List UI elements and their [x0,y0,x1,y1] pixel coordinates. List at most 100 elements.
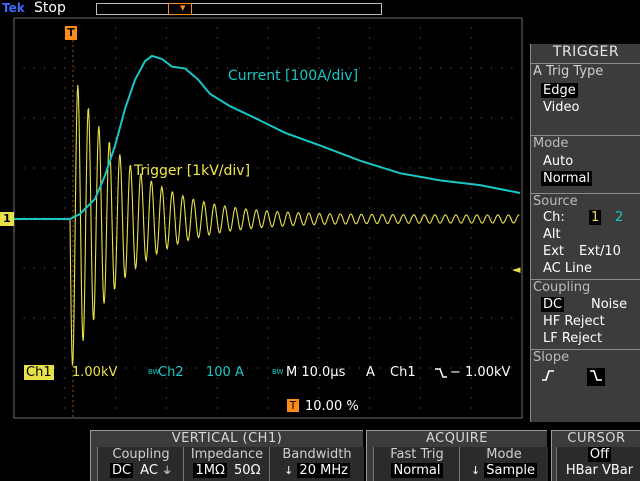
acquire-panel: ACQUIRE Fast Trig Normal Mode ↓ Sample [366,430,548,481]
source-ch2[interactable]: 2 [615,210,623,225]
trigger-position-icon[interactable]: T [65,26,77,40]
graticule-dot [409,267,411,269]
graticule-dot [216,47,218,49]
source-ac-line[interactable]: AC Line [543,261,592,276]
graticule-dot [369,97,371,99]
graticule-dot [480,267,482,269]
graticule-dot [348,267,350,269]
graticule-dot [216,197,218,199]
graticule-dot [115,417,117,419]
graticule-dot [369,177,371,179]
graticule-dot [358,117,360,119]
graticule-dot [64,237,66,239]
graticule-dot [369,297,371,299]
graticule-dot [165,417,167,419]
graticule-dot [165,357,167,359]
coupling-section[interactable]: Coupling DC Noise HF Reject LF Reject [531,279,640,350]
impedance-button[interactable]: Impedance 1MΩ 50Ω [183,447,270,481]
vertical-coupling-dc[interactable]: DC [109,463,134,478]
graticule-dot [216,347,218,349]
ch1-ground-marker[interactable]: 1 [0,212,14,226]
graticule-dot [419,197,421,199]
graticule-dot [409,117,411,119]
coupling-dc[interactable]: DC [541,297,565,312]
mode-section[interactable]: Mode Auto Normal [531,135,640,194]
trig-type-section[interactable]: A Trig Type Edge Video [531,63,640,136]
graticule-dot [64,77,66,79]
graticule-dot [64,167,66,169]
acquire-mode-button[interactable]: Mode ↓ Sample [459,447,548,481]
graticule-dot [491,217,493,219]
graticule-dot [409,167,411,169]
graticule-dot [419,47,421,49]
graticule-dot [470,47,472,49]
vertical-coupling-ac[interactable]: AC [140,463,158,478]
graticule-dot [115,117,117,119]
graticule-dot [196,317,198,319]
coupling-noise[interactable]: Noise [591,297,627,312]
vertical-coupling-button[interactable]: Coupling DC AC ⏚ [97,447,184,481]
record-trigger-marker: ▾ [180,1,186,14]
graticule-dot [115,197,117,199]
ch2-scale: 100 A [206,365,244,380]
graticule-dot [165,337,167,339]
graticule-dot [267,387,269,389]
graticule-dot [470,277,472,279]
graticule-dot [389,167,391,169]
graticule-dot [196,117,198,119]
graticule-dot [277,317,279,319]
slope-section[interactable]: Slope [531,349,640,423]
graticule-dot [318,97,320,99]
graticule-dot [33,317,35,319]
source-ext[interactable]: Ext [543,244,564,259]
source-ext10[interactable]: Ext/10 [579,244,621,259]
graticule-dot [165,97,167,99]
graticule-dot [165,217,167,219]
cursor-button[interactable]: Off HBar VBar [556,447,640,481]
rising-edge-icon[interactable] [541,368,555,386]
source-alt[interactable]: Alt [543,227,561,242]
graticule-dot [267,307,269,309]
graticule-dot [511,117,513,119]
graticule-dot [419,57,421,59]
source-section[interactable]: Source Ch: 1 2 Alt Ext Ext/10 AC Line [531,193,640,280]
graticule-dot [318,337,320,339]
graticule-dot [460,267,462,269]
graticule-dot [470,167,472,169]
trig-type-edge[interactable]: Edge [541,83,578,98]
graticule-dot [155,67,157,69]
impedance-1mohm[interactable]: 1MΩ [193,463,227,478]
graticule-dot [165,197,167,199]
graticule-dot [470,327,472,329]
coupling-lf-reject[interactable]: LF Reject [543,331,602,346]
falling-edge-icon[interactable] [587,368,605,386]
graticule-dot [226,317,228,319]
trig-type-video[interactable]: Video [543,100,579,115]
graticule-dot [369,387,371,389]
graticule-dot [338,167,340,169]
mode-normal[interactable]: Normal [541,171,593,186]
trigger-level-marker[interactable]: ◄ [512,263,520,276]
impedance-50ohm[interactable]: 50Ω [234,463,260,478]
bandwidth-button[interactable]: Bandwidth ↓ 20 MHz [269,447,364,481]
coupling-hf-reject[interactable]: HF Reject [543,314,605,329]
graticule-dot [267,417,269,419]
graticule-dot [470,397,472,399]
graticule-dot [379,117,381,119]
graticule-dot [165,277,167,279]
fast-trig-button[interactable]: Fast Trig Normal [373,447,460,481]
graticule-dot [64,287,66,289]
graticule-dot [165,207,167,209]
graticule-dot [145,267,147,269]
graticule-dot [94,217,96,219]
graticule-dot [267,37,269,39]
graticule-dot [369,277,371,279]
ground-icon[interactable]: ⏚ [162,466,172,477]
graticule-dot [145,67,147,69]
graticule-dot [216,327,218,329]
mode-auto[interactable]: Auto [543,154,573,169]
graticule-dot [186,117,188,119]
graticule-dot [308,167,310,169]
source-ch1[interactable]: 1 [589,210,602,225]
graticule-dot [216,117,218,119]
